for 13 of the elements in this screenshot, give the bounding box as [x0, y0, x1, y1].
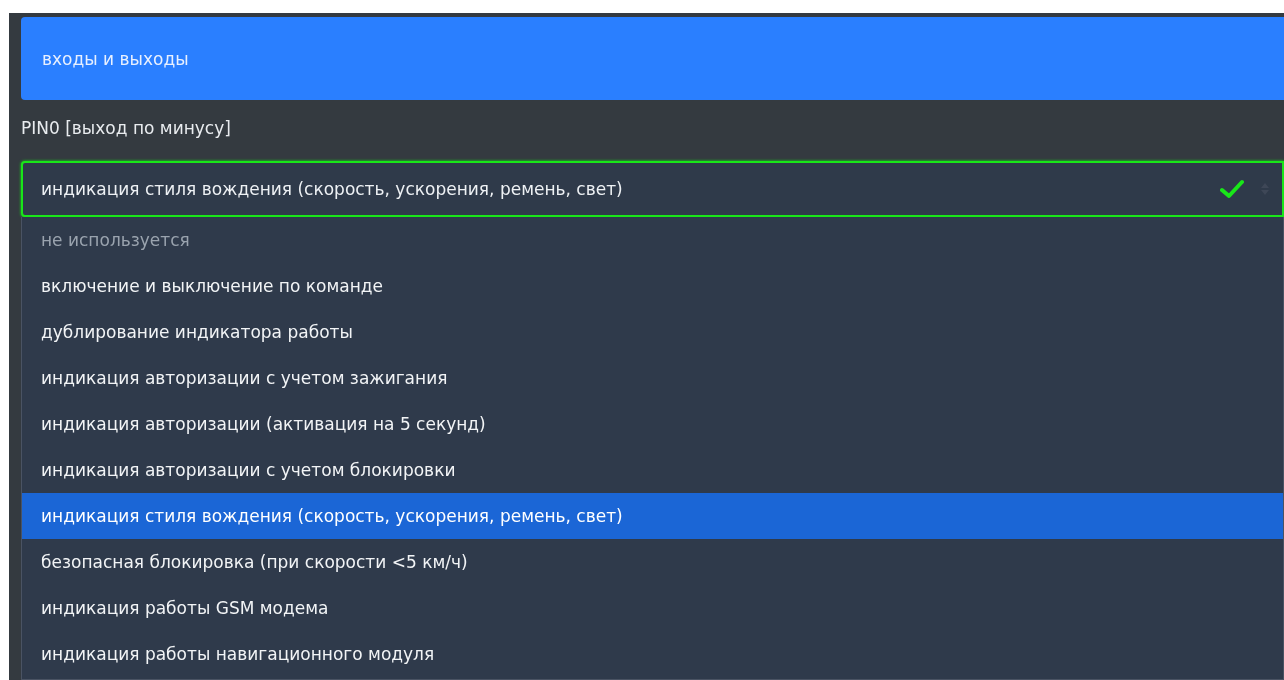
dropdown-option[interactable]: включение и выключение по команде: [22, 263, 1283, 309]
dropdown-option[interactable]: дублирование индикатора работы: [22, 309, 1283, 355]
section-header: входы и выходы: [21, 17, 1284, 100]
dropdown-option[interactable]: индикация авторизации с учетом зажигания: [22, 355, 1283, 401]
dropdown-option[interactable]: индикация работы навигационного модуля: [22, 631, 1283, 677]
output-mode-select[interactable]: индикация стиля вождения (скорость, ускорения, ремень, свет): [21, 161, 1284, 217]
dropdown-option[interactable]: индикация стиля вождения (скорость, ускорения, ремень, свет): [22, 493, 1283, 539]
dropdown-option[interactable]: индикация работы GSM модема: [22, 585, 1283, 631]
dropdown-option[interactable]: безопасная блокировка (при скорости <5 км/ч): [22, 539, 1283, 585]
dropdown-option[interactable]: индикация авторизации (активация на 5 секунд): [22, 401, 1283, 447]
field-label: PIN0 [выход по минусу]: [21, 116, 232, 140]
dropdown-option[interactable]: индикация авторизации с учетом блокировки: [22, 447, 1283, 493]
check-icon: [1220, 179, 1244, 199]
